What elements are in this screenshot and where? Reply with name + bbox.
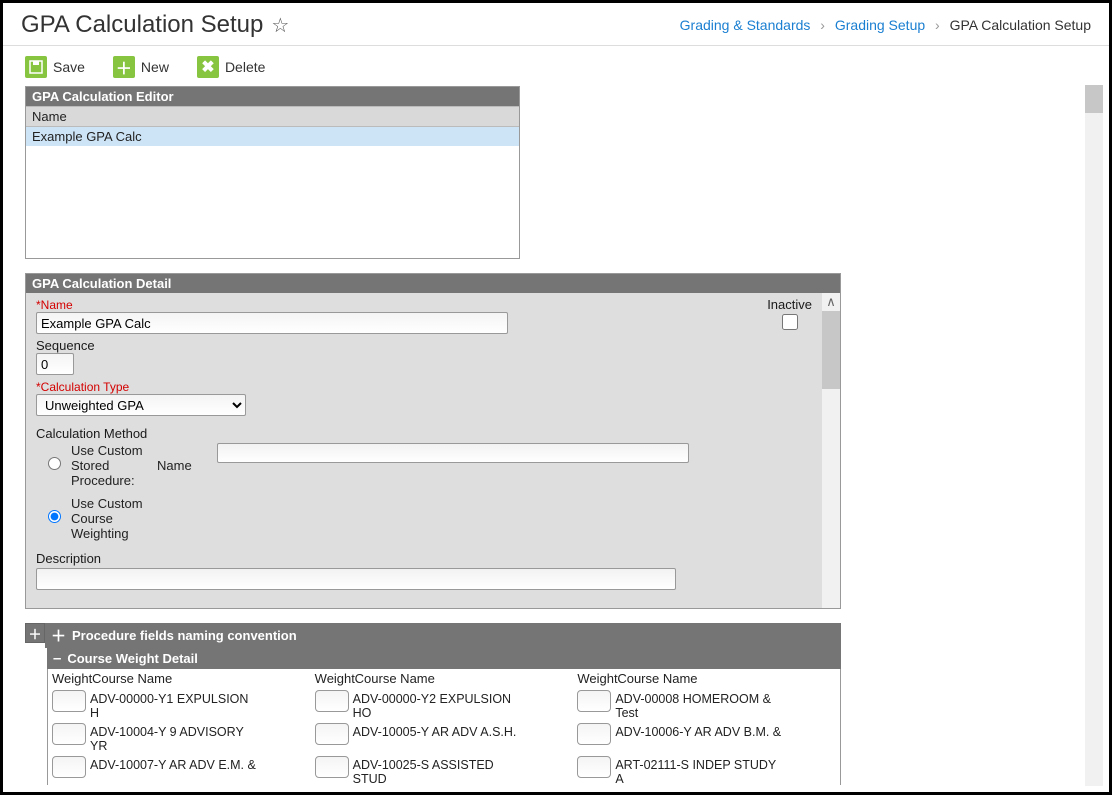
gpa-editor-panel: GPA Calculation Editor Name Example GPA … [25, 86, 520, 259]
editor-column-name[interactable]: Name [26, 106, 519, 127]
weight-input[interactable] [315, 756, 349, 778]
breadcrumb-current: GPA Calculation Setup [950, 17, 1091, 33]
course-row: ADV-10007-Y AR ADV E.M. & [52, 756, 311, 786]
page-title: GPA Calculation Setup [21, 11, 263, 39]
breadcrumb: Grading & Standards › Grading Setup › GP… [680, 17, 1091, 33]
delete-icon: ✖ [197, 56, 219, 78]
plus-icon: ＋ [51, 625, 66, 646]
new-button[interactable]: ＋ New [113, 56, 169, 78]
course-row: ADV-00000-Y2 EXPULSION HO [315, 690, 574, 721]
breadcrumb-link-grading-setup[interactable]: Grading Setup [835, 17, 925, 33]
col-course-3: Course Name [617, 671, 697, 686]
proc-name-input[interactable] [217, 443, 689, 463]
scroll-thumb[interactable] [822, 311, 840, 389]
plus-icon: ＋ [113, 56, 135, 78]
scroll-up-icon[interactable]: ∧ [822, 293, 840, 311]
name-input[interactable] [36, 312, 508, 334]
course-name-text: ADV-00008 HOMEROOM & Test [615, 690, 783, 721]
calctype-label: *Calculation Type [36, 380, 129, 394]
editor-row-example[interactable]: Example GPA Calc [26, 127, 519, 146]
detail-panel-title: GPA Calculation Detail [26, 274, 840, 293]
col-course-2: Course Name [355, 671, 435, 686]
proc-name-label: Name [157, 458, 207, 473]
name-label: *Name [36, 298, 73, 312]
weight-input[interactable] [52, 723, 86, 745]
weight-input[interactable] [52, 756, 86, 778]
col-weight-3: Weight [577, 671, 617, 686]
method-radio-course-weighting[interactable] [48, 510, 61, 523]
weight-input[interactable] [577, 723, 611, 745]
inactive-label: Inactive [767, 297, 812, 312]
procedure-section-header[interactable]: ＋ Procedure fields naming convention [45, 623, 841, 648]
weight-input[interactable] [52, 690, 86, 712]
delete-label: Delete [225, 59, 265, 75]
calctype-select[interactable]: Unweighted GPA [36, 394, 246, 416]
delete-button[interactable]: ✖ Delete [197, 56, 265, 78]
course-weight-section-title: Course Weight Detail [67, 651, 198, 666]
expand-all-button[interactable]: ＋ [25, 623, 45, 643]
course-row: ADV-00008 HOMEROOM & Test [577, 690, 836, 721]
course-name-text: ADV-10025-S ASSISTED STUD [353, 756, 521, 786]
sequence-label: Sequence [36, 338, 95, 353]
new-label: New [141, 59, 169, 75]
description-input[interactable] [36, 568, 676, 590]
course-row: ADV-00000-Y1 EXPULSION H [52, 690, 311, 721]
save-label: Save [53, 59, 85, 75]
course-name-text: ADV-00000-Y2 EXPULSION HO [353, 690, 521, 721]
course-weight-section-header[interactable]: – Course Weight Detail [47, 648, 841, 669]
description-label: Description [36, 551, 101, 566]
minus-icon: – [53, 650, 61, 667]
col-weight-2: Weight [315, 671, 355, 686]
inactive-checkbox[interactable] [782, 314, 798, 330]
procedure-section-title: Procedure fields naming convention [72, 628, 297, 643]
save-icon [25, 56, 47, 78]
method-label: Calculation Method [36, 426, 147, 441]
course-row: ADV-10005-Y AR ADV A.S.H. [315, 723, 574, 754]
course-name-text: ADV-10005-Y AR ADV A.S.H. [353, 723, 521, 739]
course-weight-body: WeightCourse Name WeightCourse Name Weig… [47, 669, 841, 785]
method-opt1-label: Use Custom Stored Procedure: [71, 443, 147, 488]
weight-input[interactable] [577, 690, 611, 712]
weight-input[interactable] [315, 690, 349, 712]
editor-panel-title: GPA Calculation Editor [26, 87, 519, 106]
favorite-star-icon[interactable]: ☆ [271, 13, 289, 38]
sequence-input[interactable] [36, 353, 74, 375]
course-row: ADV-10006-Y AR ADV B.M. & [577, 723, 836, 754]
detail-scrollbar[interactable]: ∧ [822, 293, 840, 608]
course-row: ART-02111-S INDEP STUDY A [577, 756, 836, 786]
method-opt2-label: Use Custom Course Weighting [71, 496, 147, 541]
course-name-text: ART-02111-S INDEP STUDY A [615, 756, 783, 786]
course-name-text: ADV-10004-Y 9 ADVISORY YR [90, 723, 258, 754]
col-course-1: Course Name [92, 671, 172, 686]
weight-input[interactable] [577, 756, 611, 778]
chevron-right-icon: › [820, 17, 825, 33]
chevron-right-icon: › [935, 17, 940, 33]
course-name-text: ADV-10007-Y AR ADV E.M. & [90, 756, 258, 772]
weight-input[interactable] [315, 723, 349, 745]
course-name-text: ADV-10006-Y AR ADV B.M. & [615, 723, 783, 739]
course-name-text: ADV-00000-Y1 EXPULSION H [90, 690, 258, 721]
editor-empty-area [26, 146, 519, 258]
gpa-detail-panel: GPA Calculation Detail Inactive *Name Se… [25, 273, 841, 609]
page-scroll-thumb[interactable] [1085, 85, 1103, 113]
method-radio-stored-proc[interactable] [48, 457, 61, 470]
breadcrumb-link-grading-standards[interactable]: Grading & Standards [680, 17, 811, 33]
course-row: ADV-10004-Y 9 ADVISORY YR [52, 723, 311, 754]
col-weight-1: Weight [52, 671, 92, 686]
page-scrollbar[interactable] [1085, 85, 1103, 786]
save-button[interactable]: Save [25, 56, 85, 78]
course-row: ADV-10025-S ASSISTED STUD [315, 756, 574, 786]
